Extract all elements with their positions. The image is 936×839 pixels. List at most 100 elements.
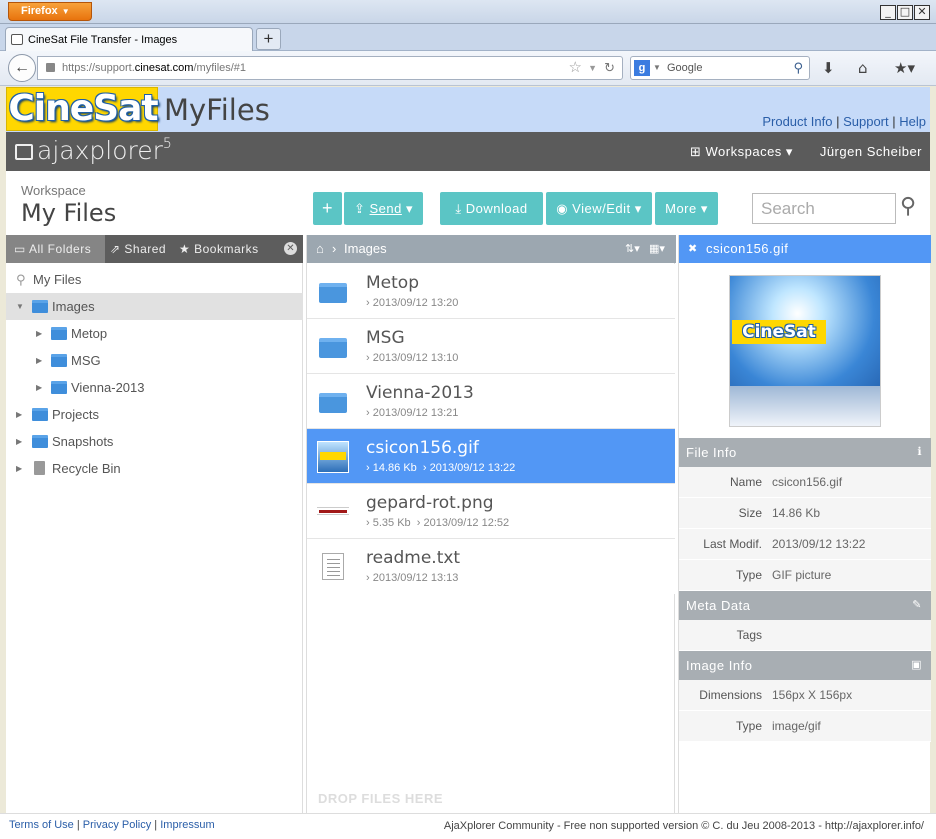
user-menu[interactable]: Jürgen Scheiber: [820, 144, 922, 159]
bookmark-star-icon[interactable]: ☆: [569, 57, 582, 79]
privacy-link[interactable]: Privacy Policy: [83, 819, 151, 831]
search-icon[interactable]: ⚲: [900, 194, 916, 219]
view-edit-button[interactable]: ◉ View/Edit ▾: [546, 192, 652, 225]
file-name: Metop: [366, 273, 419, 293]
downloads-icon[interactable]: ⬇: [822, 59, 835, 77]
browser-tab[interactable]: CineSat File Transfer - Images: [5, 27, 253, 52]
file-date: 2013/09/12 13:21: [372, 407, 459, 419]
browser-search-box[interactable]: g ▼ Google ⚲: [630, 56, 810, 80]
home-icon[interactable]: ⌂: [316, 235, 324, 263]
image-thumbnail: [317, 441, 349, 473]
footer-copyright: AjaXplorer Community - Free non supporte…: [443, 820, 924, 832]
firefox-menu-button[interactable]: Firefox ▼: [8, 2, 92, 21]
info-panel-title: csicon156.gif: [706, 241, 789, 256]
file-row-msg[interactable]: MSG › 2013/09/12 13:10: [307, 319, 675, 374]
breadcrumb[interactable]: Images: [344, 235, 387, 263]
display-mode-icon[interactable]: ▦▾: [649, 235, 665, 263]
info-row-last-modif: Last Modif. 2013/09/12 13:22: [679, 529, 931, 560]
close-window-button[interactable]: ✕: [914, 5, 930, 20]
product-info-link[interactable]: Product Info: [762, 114, 832, 129]
info-key: Name: [729, 475, 762, 489]
file-row-csicon156-gif[interactable]: csicon156.gif › 14.86 Kb › 2013/09/12 13…: [307, 429, 675, 484]
info-value: image/gif: [772, 719, 821, 733]
folder-icon: [32, 408, 48, 421]
tab-bookmarks[interactable]: ★ Bookmarks: [179, 235, 269, 263]
add-button[interactable]: +: [313, 192, 342, 225]
file-meta: › 5.35 Kb › 2013/09/12 12:52: [366, 517, 510, 529]
close-icon[interactable]: ✕: [284, 242, 297, 255]
info-row-mime-type: Type image/gif: [679, 711, 931, 742]
caret-right-icon[interactable]: ▶: [16, 455, 22, 482]
reload-icon[interactable]: ↻: [604, 57, 615, 79]
send-button[interactable]: ⇪ Send ▾: [344, 192, 423, 225]
close-icon[interactable]: ✖: [688, 235, 698, 263]
caret-right-icon[interactable]: ▶: [36, 374, 42, 401]
caret-right-icon[interactable]: ▶: [16, 428, 22, 455]
file-row-metop[interactable]: Metop › 2013/09/12 13:20: [307, 264, 675, 319]
action-bar: Workspace My Files + ⇪ Send ▾ ⤓ Download…: [6, 171, 930, 235]
file-date: 2013/09/12 13:10: [372, 352, 459, 364]
help-link[interactable]: Help: [899, 114, 926, 129]
history-dropdown-icon[interactable]: ▼: [588, 57, 597, 79]
file-row-gepard-rot-png[interactable]: gepard-rot.png › 5.35 Kb › 2013/09/12 12…: [307, 484, 675, 539]
download-button[interactable]: ⤓ Download: [440, 192, 543, 225]
image-info-section[interactable]: Image Info ▣: [679, 651, 931, 680]
tree-item-projects[interactable]: ▶ Projects: [6, 401, 303, 428]
minimize-button[interactable]: _: [880, 5, 896, 20]
info-key: Tags: [736, 628, 762, 642]
firefox-menu-label: Firefox: [21, 5, 58, 17]
brand-version: 5: [162, 136, 172, 152]
file-row-vienna-2013[interactable]: Vienna-2013 › 2013/09/12 13:21: [307, 374, 675, 429]
info-value: 156px X 156px: [772, 688, 853, 702]
file-row-readme-txt[interactable]: readme.txt › 2013/09/12 13:13: [307, 539, 675, 594]
caret-right-icon[interactable]: ▶: [36, 347, 42, 374]
file-date: 2013/09/12 13:20: [372, 297, 459, 309]
home-icon[interactable]: ⌂: [858, 59, 868, 77]
sort-icon[interactable]: ⇅▾: [625, 235, 640, 263]
meta-data-section[interactable]: Meta Data ✎: [679, 591, 931, 620]
file-size: 5.35 Kb: [372, 517, 411, 529]
logo-text: CineSat: [8, 88, 158, 129]
tree-item-vienna-2013[interactable]: ▶ Vienna-2013: [6, 374, 303, 401]
workspaces-menu[interactable]: ⊞ Workspaces ▾: [690, 144, 793, 160]
tree-item-msg[interactable]: ▶ MSG: [6, 347, 303, 374]
caret-down-icon: ▾: [401, 201, 414, 216]
url-bar[interactable]: https://support.cinesat.com/myfiles/#1 ☆…: [37, 56, 623, 80]
bookmarks-menu-icon[interactable]: ★▾: [894, 59, 915, 77]
chevron-down-icon: ▼: [61, 7, 70, 16]
caret-down-icon: ▾: [781, 144, 793, 159]
terms-link[interactable]: Terms of Use: [9, 819, 74, 831]
file-info-section[interactable]: File Info ℹ: [679, 438, 931, 467]
image-thumbnail: [317, 507, 349, 515]
tab-all-folders[interactable]: ▭ All Folders: [6, 235, 105, 263]
caret-right-icon[interactable]: ▶: [16, 401, 22, 428]
upload-icon: ⇪: [353, 201, 370, 216]
folder-open-icon: ▭: [14, 242, 30, 256]
edit-icon[interactable]: ✎: [912, 591, 922, 620]
tab-shared[interactable]: ⇗ Shared: [110, 235, 176, 263]
file-meta: › 2013/09/12 13:13: [366, 572, 459, 584]
caret-down-icon[interactable]: ▼: [16, 293, 24, 320]
tree-item-snapshots[interactable]: ▶ Snapshots: [6, 428, 303, 455]
maximize-button[interactable]: □: [897, 5, 913, 20]
search-icon[interactable]: ⚲: [793, 57, 803, 79]
app-title: MyFiles: [164, 93, 270, 127]
impressum-link[interactable]: Impressum: [160, 819, 214, 831]
tree-item-images[interactable]: ▼ Images: [6, 293, 303, 320]
support-link[interactable]: Support: [843, 114, 889, 129]
star-icon: ★: [179, 242, 195, 256]
drive-icon: ⚲: [16, 272, 26, 287]
new-tab-button[interactable]: +: [256, 28, 281, 50]
ajaxplorer-brand: ajaxplorer5: [15, 136, 172, 165]
more-button[interactable]: More ▾: [655, 192, 718, 225]
caret-right-icon[interactable]: ▶: [36, 320, 42, 347]
google-icon: g: [634, 60, 650, 76]
tree-item-recycle-bin[interactable]: ▶ Recycle Bin: [6, 455, 303, 482]
file-name: gepard-rot.png: [366, 493, 494, 513]
folder-icon: [319, 283, 347, 303]
search-engine-dropdown-icon[interactable]: ▼: [653, 57, 661, 79]
tree-item-my-files[interactable]: ⚲ My Files: [6, 266, 303, 293]
tree-item-metop[interactable]: ▶ Metop: [6, 320, 303, 347]
search-input[interactable]: Search: [752, 193, 896, 224]
back-button[interactable]: ←: [8, 54, 36, 82]
